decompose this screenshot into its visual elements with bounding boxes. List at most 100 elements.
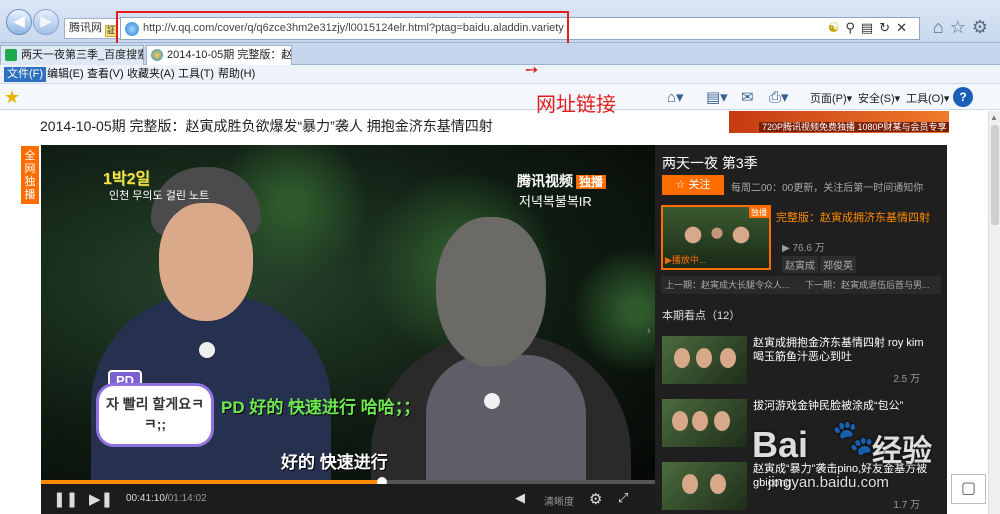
settings-gear-icon[interactable]: ⚙ (972, 17, 994, 37)
baidu-paw-icon: 🐾 (832, 419, 875, 457)
site-identity-label: 腾讯网 (69, 22, 102, 34)
settings-gear-icon[interactable]: ⚙ (589, 490, 602, 508)
compat-icon[interactable]: ☯ (828, 20, 846, 35)
tencent-exclusive-tag: 独播 (576, 175, 607, 189)
page-scrollbar[interactable]: ▲ (988, 111, 1000, 514)
current-episode-views: ▶ 76.6 万 (782, 243, 825, 254)
fullscreen-icon[interactable]: ⤢ (618, 490, 628, 506)
now-playing-label: ▶播放中... (665, 255, 707, 265)
baidu-tab-icon (5, 49, 17, 61)
scroll-thumb[interactable] (991, 125, 999, 225)
follow-button[interactable]: ☆ 关注 (662, 175, 724, 195)
schedule-text: 每周二00：00更新，关注后第一时间通知你 (731, 183, 924, 194)
clip-title[interactable]: 拔河游戏金钟民脸被涂成“包公” (753, 399, 933, 413)
print-icon[interactable]: ⎙▾ (769, 88, 789, 106)
clip-title[interactable]: 赵寅成拥抱金济东基情四射 roy kim喝玉筋鱼汁恶心到吐 (753, 336, 933, 364)
add-favorite-star-icon[interactable]: ★ (4, 87, 20, 107)
subtitle-main: 好的 快速进行 (281, 453, 388, 472)
time-display: 00:41:10/01:14:02 (126, 493, 207, 504)
menu-help[interactable]: 帮助(H) (215, 67, 258, 82)
segment-caption: 저녁복불복IR (519, 194, 592, 209)
back-button[interactable]: ◀ (6, 9, 32, 35)
safety-menu-label: 安全(S) (858, 93, 895, 105)
views-count: 76.6 万 (792, 243, 825, 254)
tencent-video-logo: 腾讯视频 独播 (517, 171, 607, 191)
help-icon[interactable]: ? (953, 87, 973, 107)
menu-edit[interactable]: 编辑(E) (44, 67, 87, 82)
speech-bubble: 자 빨리 할게요ㅋㅋ;; (96, 383, 214, 447)
home-dropdown-icon[interactable]: ⌂▾ (667, 88, 684, 106)
clip-thumbnail[interactable] (662, 399, 747, 447)
current-episode-thumbnail[interactable]: 独播 ▶播放中... (661, 205, 771, 270)
tag-cast[interactable]: 郑俊英 (820, 256, 856, 273)
page-icon[interactable]: ▤ (861, 20, 879, 35)
clip-views: 2.5 万 (893, 374, 920, 385)
duration: 01:14:02 (167, 493, 207, 504)
address-tools: ☯⚲▤↻✕ (828, 20, 913, 36)
menu-tools[interactable]: 工具(T) (175, 67, 217, 82)
menu-bar: 文件(F) 编辑(E) 查看(V) 收藏夹(A) 工具(T) 帮助(H) (0, 65, 1000, 84)
tencent-video-tab-icon (151, 49, 163, 61)
mail-icon[interactable]: ✉ (741, 88, 754, 106)
exclusive-badge: 全网独播 (21, 146, 39, 204)
scroll-up-icon[interactable]: ▲ (990, 113, 998, 122)
safety-menu[interactable]: 安全(S)▾ (858, 90, 900, 106)
pause-icon[interactable]: ❚❚ (53, 490, 78, 508)
current-episode-title[interactable]: 完整版：赵寅成拥济东基情四射 (776, 209, 930, 225)
site-identity[interactable]: 腾讯网証 (64, 18, 122, 39)
stop-icon[interactable]: ✕ (896, 20, 913, 35)
subtitle-pd: PD 好的 快速进行 哈哈；； (221, 398, 421, 417)
current-episode[interactable]: 独播 ▶播放中... 完整版：赵寅成拥济东基情四射 ▶ 76.6 万 赵寅成 郑… (661, 205, 941, 273)
tools-menu-label: 工具(O) (906, 93, 944, 105)
show-title[interactable]: 两天一夜 第3季 (662, 153, 758, 173)
tools-menu[interactable]: 工具(O)▾ (906, 90, 949, 106)
highlights-header: 本期看点（12） (662, 310, 741, 322)
tab-close-icon[interactable]: × (281, 46, 287, 65)
home-icon[interactable]: ⌂ (933, 17, 950, 37)
command-bar: ★ ⌂▾ ▤▾ ✉ ⎙▾ 页面(P)▾ 安全(S)▾ 工具(O)▾ ? (0, 84, 1000, 110)
menu-file[interactable]: 文件(F) (4, 67, 47, 82)
exclusive-tag: 独播 (749, 207, 769, 218)
watermark-domain: jingyan.baidu.com (768, 474, 889, 491)
quality-button[interactable]: 清晰度 (544, 493, 574, 508)
browser-icons: ⌂☆⚙ (933, 17, 994, 38)
search-icon[interactable]: ⚲ (845, 20, 861, 35)
player-controls: ❚❚ ▶❚ 00:41:10/01:14:02 ◀ 清晰度 ⚙ ⤢ (41, 484, 655, 514)
menu-favorites[interactable]: 收藏夹(A) (124, 67, 178, 82)
tag-cast[interactable]: 赵寅成 (782, 256, 818, 273)
video-player[interactable]: 1박2일 인천 무의도 걸린 노트 腾讯视频 独播 저녁복불복IR PD 자 빨리… (41, 145, 655, 514)
now-playing-text: 播放中... (671, 255, 707, 265)
next-episode-icon[interactable]: ▶❚ (89, 490, 113, 508)
list-item[interactable]: 赵寅成拥抱金济东基情四射 roy kim喝玉筋鱼汁恶心到吐 2.5 万 (662, 336, 942, 386)
tencent-logo-text: 腾讯视频 (517, 173, 573, 189)
ad-text: 720P腾讯视频免费独播 1080P财某与会员专享 (759, 122, 949, 132)
page-menu[interactable]: 页面(P)▾ (810, 90, 852, 106)
tab-bar: 两天一夜第三季_百度搜索 2014-10-05期 完整版：赵... × (0, 43, 1000, 65)
rss-feed-icon[interactable]: ▤▾ (706, 88, 728, 106)
current-time: 00:41:10 (126, 493, 165, 504)
next-episode-link[interactable]: 下一期：赵寅成退伍后首与男... (805, 276, 930, 294)
volume-icon[interactable]: ◀ (515, 490, 525, 506)
feedback-chat-icon[interactable]: ▢ (951, 474, 986, 504)
show-logo-sub: 인천 무의도 걸린 노트 (109, 190, 210, 202)
prev-next-bar: 上一期：赵寅成大长腿令众人... 下一期：赵寅成退伍后首与男... (661, 276, 941, 294)
tab-video-page[interactable]: 2014-10-05期 完整版：赵... × (146, 45, 292, 65)
annotation-label: 网址链接 (536, 92, 616, 116)
follow-label: 关注 (688, 179, 711, 191)
tab-baidu-search[interactable]: 两天一夜第三季_百度搜索 (0, 45, 144, 65)
favorites-star-icon[interactable]: ☆ (950, 17, 972, 37)
previous-episode-link[interactable]: 上一期：赵寅成大长腿令众人... (665, 276, 790, 294)
tab-label: 两天一夜第三季_百度搜索 (21, 49, 144, 61)
sidebar-collapse-icon[interactable]: › (647, 325, 651, 337)
clip-thumbnail[interactable] (662, 336, 747, 384)
menu-view[interactable]: 查看(V) (84, 67, 127, 82)
page-title: 2014-10-05期 完整版：赵寅成胜负欲爆发“暴力”袭人 拥抱金济东基情四射 (40, 118, 493, 134)
refresh-icon[interactable]: ↻ (879, 20, 896, 35)
forward-button[interactable]: ▶ (33, 9, 59, 35)
show-logo: 1박2일 (103, 171, 151, 188)
ad-banner[interactable]: 720P腾讯视频免费独播 1080P财某与会员专享 (729, 111, 949, 133)
page-menu-label: 页面(P) (810, 93, 847, 105)
clip-thumbnail[interactable] (662, 462, 747, 510)
annotation-arrow-icon: ➙ (525, 62, 539, 79)
video-frame[interactable]: 1박2일 인천 무의도 걸린 노트 腾讯视频 独播 저녁복불복IR PD 자 빨리… (41, 145, 655, 495)
